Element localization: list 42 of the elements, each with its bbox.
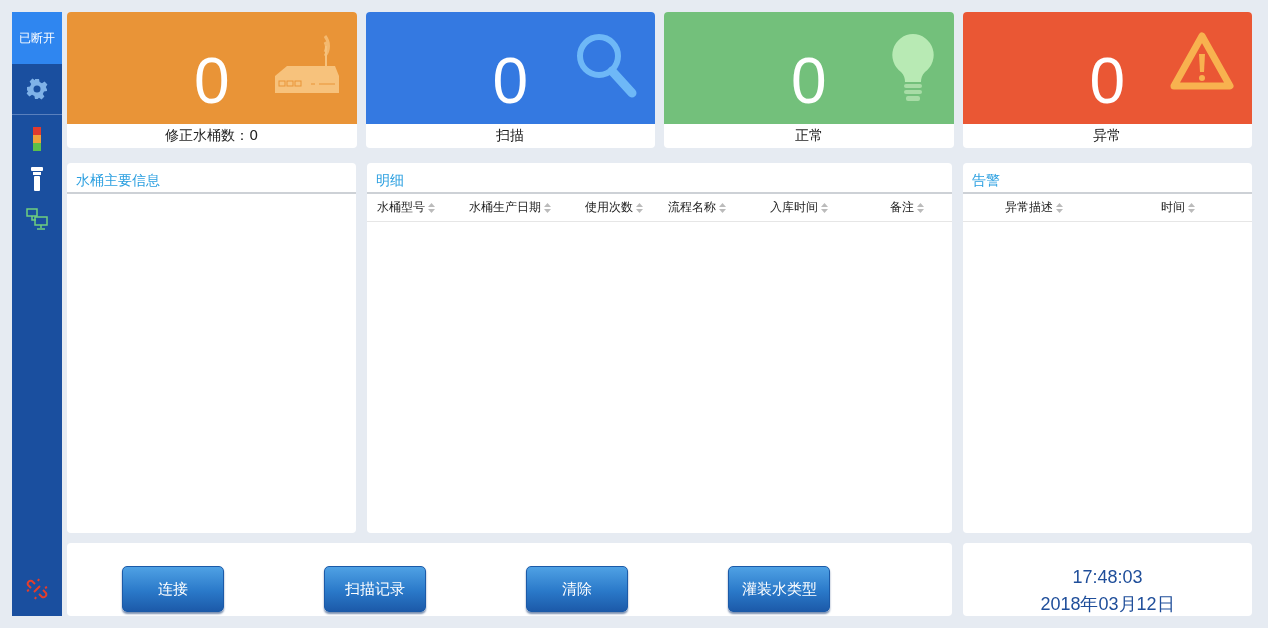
action-button[interactable]: 清除 bbox=[526, 566, 628, 612]
clock-date: 2018年03月12日 bbox=[1040, 593, 1175, 616]
action-button[interactable]: 连接 bbox=[122, 566, 224, 612]
sort-icon bbox=[1188, 202, 1195, 213]
gear-icon bbox=[26, 78, 48, 100]
action-button[interactable]: 灌装水类型 bbox=[728, 566, 830, 612]
sort-icon bbox=[821, 202, 828, 213]
lamp-icon bbox=[31, 167, 43, 191]
network-icon bbox=[26, 208, 48, 230]
column-header[interactable]: 使用次数 bbox=[585, 199, 668, 216]
action-button[interactable]: 扫描记录 bbox=[324, 566, 426, 612]
stat-label: 正常 bbox=[793, 126, 824, 145]
panel-title: 明细 bbox=[367, 163, 952, 194]
light-bulb-icon bbox=[889, 32, 936, 104]
sort-icon bbox=[1056, 202, 1063, 213]
column-header[interactable]: 流程名称 bbox=[668, 199, 770, 216]
sort-icon bbox=[719, 202, 726, 213]
warning-icon bbox=[1170, 32, 1234, 92]
column-header[interactable]: 水桶型号 bbox=[377, 199, 469, 216]
column-header[interactable]: 水桶生产日期 bbox=[469, 199, 585, 216]
stat-label: 异常 bbox=[1092, 126, 1123, 145]
stat-value: 0 bbox=[1089, 49, 1126, 113]
sort-icon bbox=[544, 202, 551, 213]
broken-link-icon[interactable] bbox=[26, 578, 48, 600]
signal-light-icon bbox=[33, 127, 41, 151]
stat-label: 修正水桶数：0 bbox=[164, 126, 260, 145]
sort-icon bbox=[428, 202, 435, 213]
search-icon bbox=[575, 32, 637, 98]
column-header[interactable]: 入库时间 bbox=[770, 199, 890, 216]
stat-value: 0 bbox=[492, 49, 529, 113]
sort-icon bbox=[636, 202, 643, 213]
stat-label: 扫描 bbox=[495, 126, 526, 145]
sort-icon bbox=[917, 202, 924, 213]
panel-title: 告警 bbox=[963, 163, 1252, 194]
column-header[interactable]: 时间 bbox=[1161, 199, 1195, 216]
column-header[interactable]: 备注 bbox=[890, 199, 924, 216]
column-header[interactable]: 异常描述 bbox=[1005, 199, 1161, 216]
clock-time: 17:48:03 bbox=[1072, 567, 1143, 588]
stat-value: 0 bbox=[790, 49, 827, 113]
stat-value: 0 bbox=[193, 49, 230, 113]
panel-title: 水桶主要信息 bbox=[67, 163, 356, 194]
connection-status-tab[interactable]: 已断开 bbox=[12, 12, 62, 64]
